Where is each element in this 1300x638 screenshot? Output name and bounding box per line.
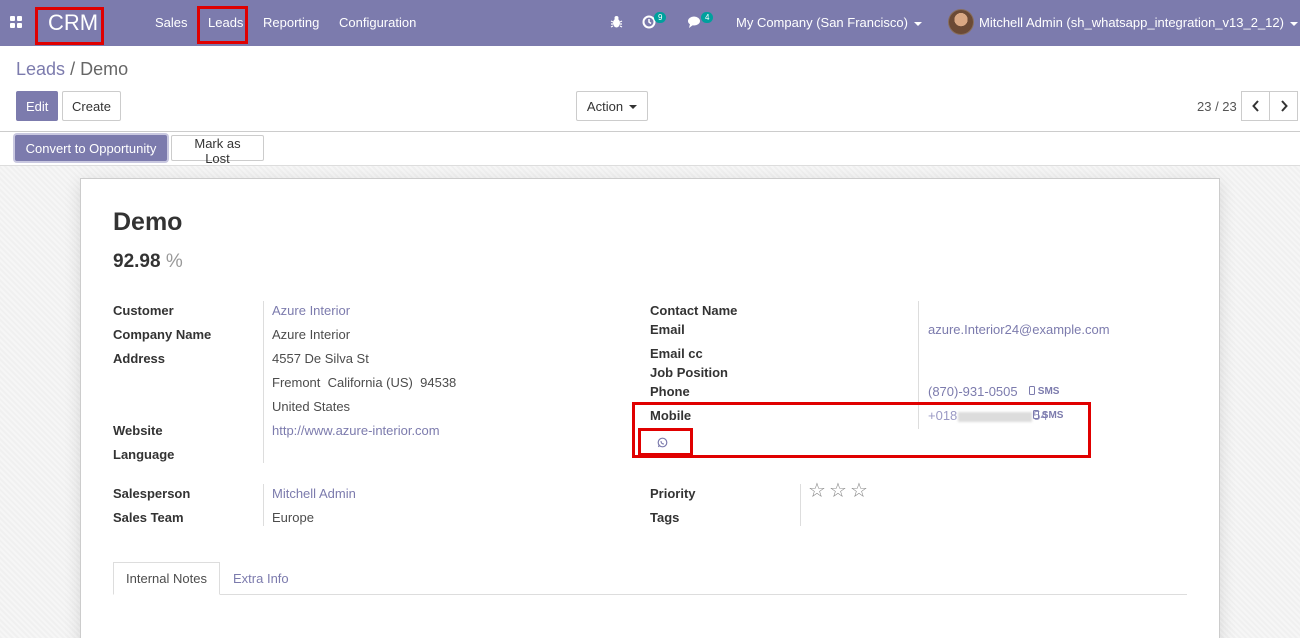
pager-previous-button[interactable] [1241, 91, 1270, 121]
highlight-mobile-row [632, 402, 1091, 458]
probability-unit: % [165, 251, 183, 272]
label-contact-name: Contact Name [650, 303, 738, 318]
bug-icon[interactable] [610, 15, 623, 29]
chevron-down-icon [913, 21, 922, 26]
breadcrumb: Leads / Demo [16, 59, 128, 80]
breadcrumb-parent[interactable]: Leads [16, 59, 65, 79]
phone-link[interactable]: (870)-931-0505 [928, 384, 1018, 399]
pager-value: 23 / 23 [1197, 99, 1237, 114]
separator [263, 484, 264, 526]
highlight-crm-brand [35, 7, 104, 45]
pager-next-button[interactable] [1269, 91, 1298, 121]
action-label: Action [586, 98, 624, 114]
phone-sms-button[interactable]: SMS [1029, 386, 1059, 397]
address-city-line: Fremont California (US) 94538 [272, 375, 456, 390]
mobile-icon [1029, 386, 1035, 395]
activity-count-badge: 9 [654, 12, 667, 23]
user-menu[interactable]: Mitchell Admin (sh_whatsapp_integration_… [979, 15, 1298, 30]
label-email-cc: Email cc [650, 346, 703, 361]
sms-label: SMS [1037, 386, 1060, 397]
edit-button[interactable]: Edit [16, 91, 58, 121]
user-name: Mitchell Admin (sh_whatsapp_integration_… [979, 15, 1284, 30]
menu-configuration[interactable]: Configuration [339, 15, 416, 30]
priority-star-2[interactable]: ☆ [829, 481, 847, 501]
address-city: Fremont [272, 375, 321, 390]
apps-menu-icon[interactable] [10, 16, 22, 28]
label-phone: Phone [650, 384, 690, 399]
probability-value: 92.98 [113, 251, 161, 272]
label-customer: Customer [113, 303, 174, 318]
sales-team-value[interactable]: Europe [272, 510, 314, 525]
top-navbar: CRM Sales Leads Reporting Configuration … [0, 0, 1300, 46]
label-email: Email [650, 322, 685, 337]
menu-sales[interactable]: Sales [155, 15, 188, 30]
address-country: United States [272, 399, 351, 414]
address-street: 4557 De Silva St [272, 351, 369, 366]
salesperson-link[interactable]: Mitchell Admin [272, 486, 356, 501]
highlight-leads-menu [197, 6, 248, 44]
label-company-name: Company Name [113, 327, 212, 342]
status-bar: Convert to Opportunity Mark as Lost [0, 132, 1300, 166]
tab-extra-info[interactable]: Extra Info [233, 571, 289, 586]
label-salesperson: Salesperson [113, 486, 191, 501]
menu-reporting[interactable]: Reporting [263, 15, 319, 30]
chevron-left-icon [1251, 100, 1259, 112]
label-priority: Priority [650, 486, 696, 501]
address-zip: 94538 [420, 375, 457, 390]
label-job-position: Job Position [650, 365, 728, 380]
separator [800, 484, 801, 526]
user-avatar[interactable] [948, 9, 974, 35]
breadcrumb-separator: / [70, 59, 76, 79]
highlight-whatsapp-button [638, 428, 693, 456]
company-name: My Company (San Francisco) [736, 15, 908, 30]
separator [263, 301, 264, 463]
breadcrumb-current: Demo [80, 59, 129, 79]
tabs-divider [113, 594, 1187, 595]
lead-name[interactable]: Demo [113, 208, 182, 237]
mark-as-lost-button[interactable]: Mark as Lost [171, 135, 264, 166]
tab-internal-notes[interactable]: Internal Notes [113, 562, 220, 595]
priority-star-1[interactable]: ☆ [808, 481, 826, 501]
label-tags: Tags [650, 510, 680, 525]
company-name-value: Azure Interior [272, 327, 351, 342]
website-link[interactable]: http://www.azure-interior.com [272, 423, 440, 438]
message-count-badge: 4 [701, 12, 714, 23]
create-button[interactable]: Create [62, 91, 121, 121]
customer-link[interactable]: Azure Interior [272, 303, 350, 318]
label-language: Language [113, 447, 175, 462]
priority-star-3[interactable]: ☆ [850, 481, 868, 501]
email-link[interactable]: azure.Interior24@example.com [928, 322, 1110, 337]
address-state: California (US) [327, 375, 413, 390]
chevron-right-icon [1280, 100, 1288, 112]
action-dropdown[interactable]: Action [576, 91, 648, 121]
label-sales-team: Sales Team [113, 510, 184, 525]
control-panel: Leads / Demo Edit Create Action 23 / 23 [0, 46, 1300, 132]
probability: 92.98 % [113, 251, 183, 273]
convert-to-opportunity-button[interactable]: Convert to Opportunity [15, 135, 167, 161]
label-website: Website [113, 423, 163, 438]
chevron-down-icon [1289, 21, 1298, 26]
company-switcher[interactable]: My Company (San Francisco) [736, 15, 922, 30]
chevron-down-icon [629, 105, 638, 110]
label-address: Address [113, 351, 166, 366]
